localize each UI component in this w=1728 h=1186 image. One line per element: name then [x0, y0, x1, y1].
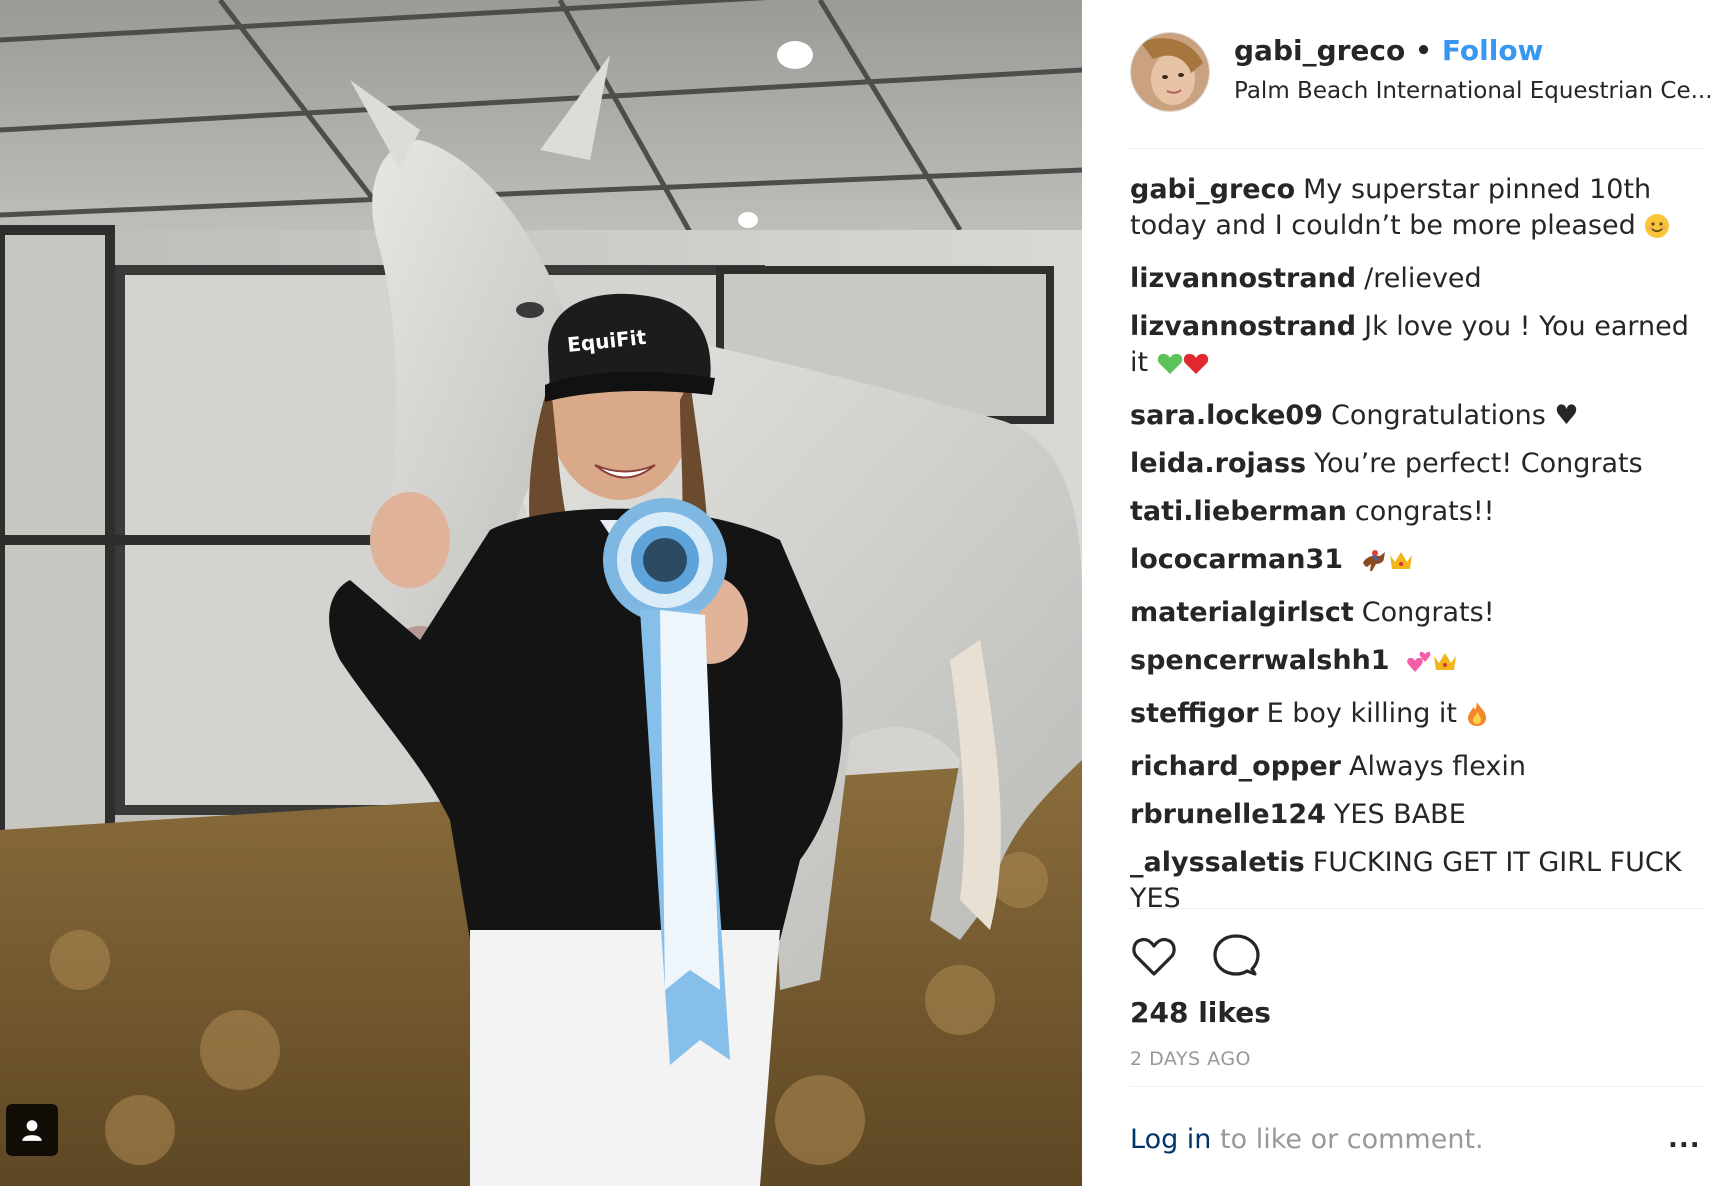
- comment-username[interactable]: rbrunelle124: [1130, 799, 1326, 830]
- comment-text: E boy killing it: [1266, 698, 1458, 729]
- comment-item: sara.locke09 Congratulations ♥: [1130, 398, 1690, 434]
- login-link[interactable]: Log in: [1130, 1124, 1211, 1155]
- comment-username[interactable]: steffigor: [1130, 698, 1259, 729]
- two-hearts-emoji-icon: [1406, 648, 1432, 684]
- comment-button[interactable]: [1212, 932, 1260, 984]
- post-photo[interactable]: EquiFit: [0, 0, 1082, 1186]
- author-username[interactable]: gabi_greco: [1234, 34, 1405, 67]
- comment-username[interactable]: gabi_greco: [1130, 174, 1295, 205]
- comment-item: leida.rojass You’re perfect! Congrats: [1130, 446, 1690, 482]
- comment-username[interactable]: lococarman31: [1130, 544, 1343, 575]
- comment-item: materialgirlsct Congrats!: [1130, 595, 1690, 631]
- comment-text: YES BABE: [1333, 799, 1466, 830]
- comment-username[interactable]: richard_opper: [1130, 751, 1341, 782]
- header-separator: •: [1415, 35, 1432, 66]
- comment-icon: [1213, 934, 1260, 976]
- footer-divider: [1130, 1086, 1704, 1087]
- person-icon: [22, 1120, 42, 1141]
- comment-item: lizvannostrand Jk love you ! You earned i…: [1130, 309, 1690, 386]
- fire-emoji-icon: [1466, 701, 1488, 737]
- green-heart-emoji-icon: [1157, 350, 1183, 386]
- comment-text: Always flexin: [1349, 751, 1526, 782]
- post-details-panel: gabi_greco • Follow Palm Beach Internati…: [1082, 0, 1728, 1186]
- comment-item: gabi_greco My superstar pinned 10th today…: [1130, 172, 1690, 249]
- comment-username[interactable]: _alyssaletis: [1130, 847, 1305, 878]
- like-button[interactable]: [1130, 932, 1178, 984]
- crown-emoji-icon: [1432, 648, 1458, 684]
- avatar[interactable]: [1130, 32, 1210, 112]
- comment-item: rbrunelle124 YES BABE: [1130, 797, 1690, 833]
- comment-username[interactable]: materialgirlsct: [1130, 597, 1354, 628]
- heart-icon: [1132, 937, 1176, 976]
- comment-username[interactable]: leida.rojass: [1130, 448, 1306, 479]
- header-divider: [1130, 148, 1704, 149]
- comments-list: gabi_greco My superstar pinned 10th today…: [1130, 172, 1690, 929]
- comment-text: congrats!!: [1354, 496, 1495, 527]
- follow-button[interactable]: Follow: [1442, 34, 1544, 67]
- comment-item: richard_opper Always flexin: [1130, 749, 1690, 785]
- likes-count[interactable]: 248 likes: [1130, 996, 1271, 1029]
- comment-username[interactable]: spencerrwalshh1: [1130, 645, 1390, 676]
- post-actions: [1130, 932, 1260, 984]
- more-options-button[interactable]: ...: [1668, 1124, 1701, 1154]
- comment-username[interactable]: sara.locke09: [1130, 400, 1323, 431]
- horse-and-rider-photo: EquiFit: [0, 0, 1082, 1186]
- post-header: gabi_greco • Follow: [1234, 34, 1543, 67]
- comment-item: steffigor E boy killing it: [1130, 696, 1690, 737]
- smiling-face-emoji-icon: [1644, 213, 1670, 249]
- avatar-image: [1131, 33, 1209, 111]
- comment-text: Congratulations ♥: [1331, 400, 1579, 431]
- login-prompt: Log in to like or comment.: [1130, 1124, 1484, 1155]
- red-heart-emoji-icon: [1183, 350, 1209, 386]
- comment-text: /relieved: [1364, 263, 1482, 294]
- comment-item: tati.lieberman congrats!!: [1130, 494, 1690, 530]
- comment-username[interactable]: tati.lieberman: [1130, 496, 1347, 527]
- login-suffix: to like or comment.: [1211, 1124, 1484, 1155]
- comment-text: You’re perfect! Congrats: [1314, 448, 1643, 479]
- location-link[interactable]: Palm Beach International Equestrian Ce..…: [1234, 78, 1714, 104]
- comment-text: Congrats!: [1361, 597, 1495, 628]
- comments-divider: [1130, 908, 1704, 909]
- crown-emoji-icon: [1388, 547, 1414, 583]
- tagged-people-button[interactable]: [6, 1104, 58, 1156]
- comment-item: spencerrwalshh1: [1130, 643, 1690, 684]
- horse-racing-emoji-icon: [1360, 547, 1388, 583]
- comment-username[interactable]: lizvannostrand: [1130, 263, 1356, 294]
- comment-item: lococarman31: [1130, 542, 1690, 583]
- post-timestamp[interactable]: 2 DAYS AGO: [1130, 1048, 1251, 1070]
- comment-username[interactable]: lizvannostrand: [1130, 311, 1356, 342]
- comment-item: lizvannostrand/relieved: [1130, 261, 1690, 297]
- comment-item: _alyssaletis FUCKING GET IT GIRL FUCK YES: [1130, 845, 1690, 917]
